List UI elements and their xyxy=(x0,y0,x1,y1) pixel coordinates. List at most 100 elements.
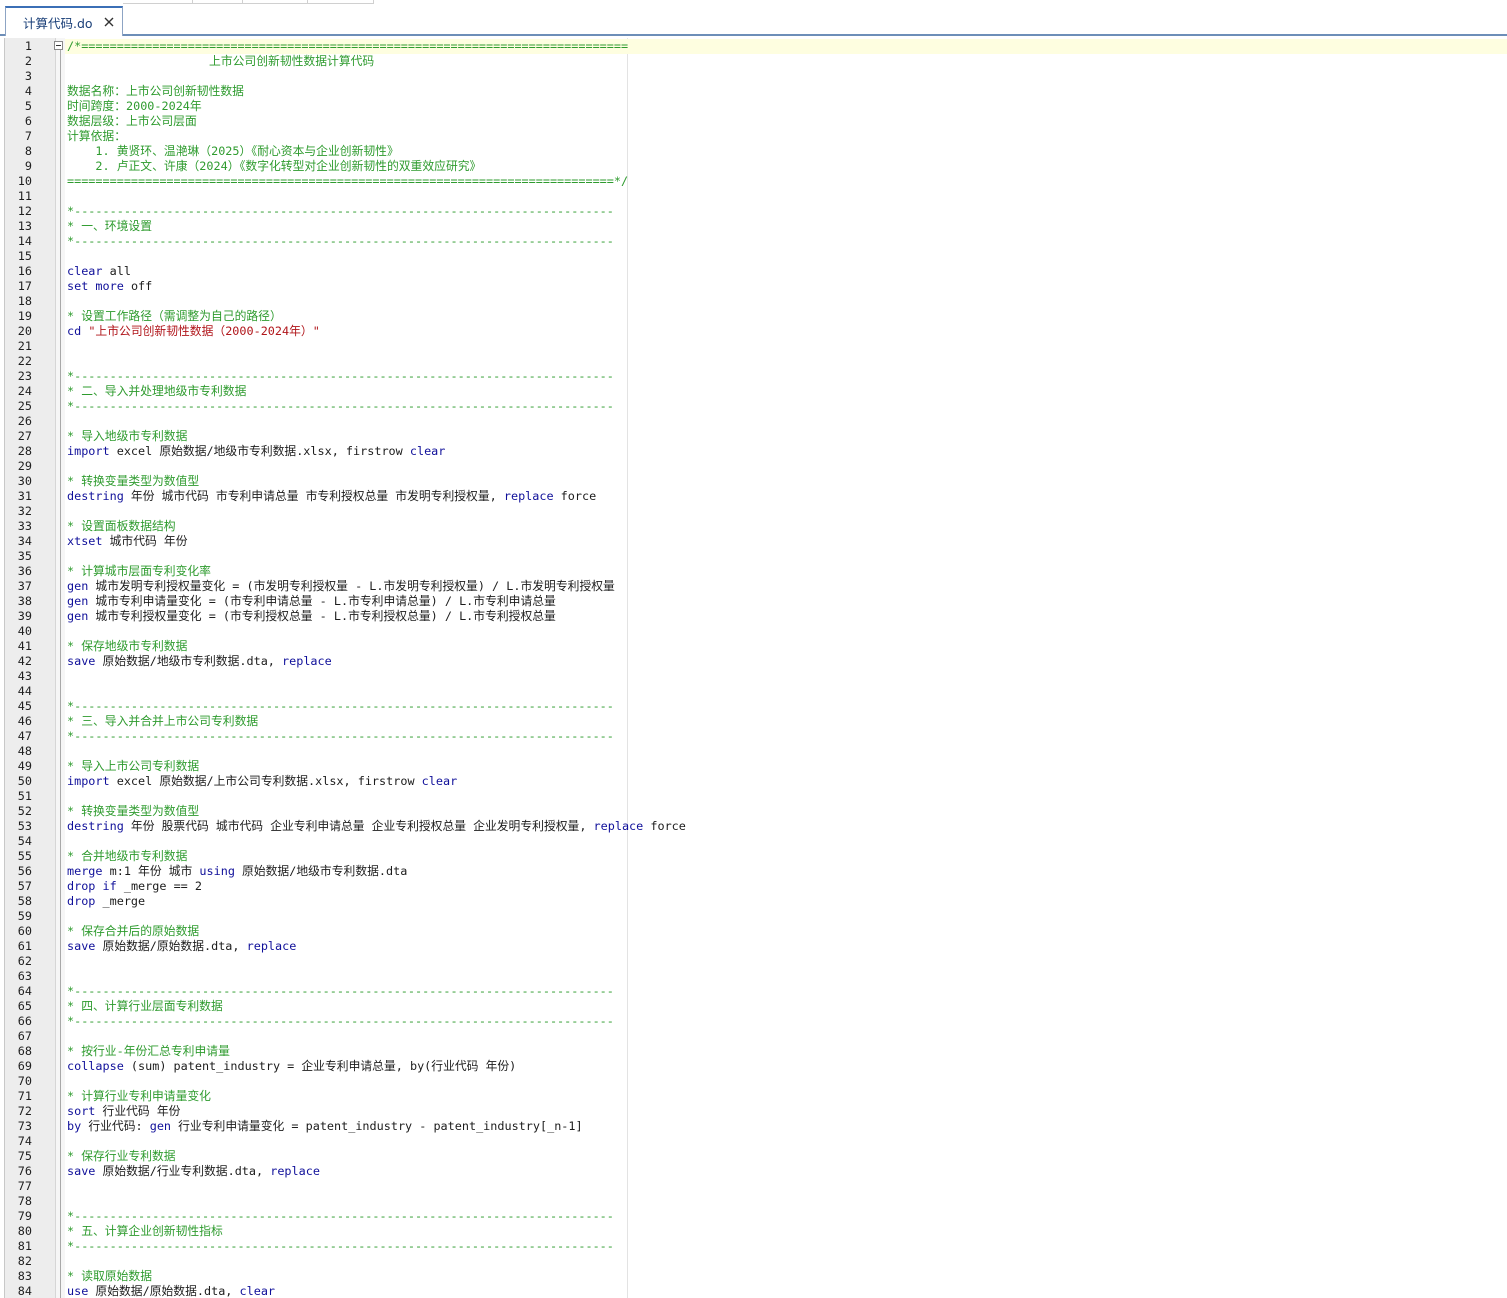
code-line[interactable]: 82 xyxy=(0,1254,1507,1269)
code-line[interactable]: 18 xyxy=(0,294,1507,309)
tab-do-file[interactable]: 计算代码.do xyxy=(5,6,123,36)
code-line[interactable]: 67 xyxy=(0,1029,1507,1044)
code-line[interactable]: 34 xtset 城市代码 年份 xyxy=(0,534,1507,549)
code-line[interactable]: 62 xyxy=(0,954,1507,969)
code-line[interactable]: 69 collapse (sum) patent_industry = 企业专利申… xyxy=(0,1059,1507,1074)
code-line[interactable]: 31 destring 年份 城市代码 市专利申请总量 市专利授权总量 市发明专利… xyxy=(0,489,1507,504)
code-line[interactable]: 38 gen 城市专利申请量变化 = (市专利申请总量 - L.市专利申请总量) … xyxy=(0,594,1507,609)
code-line[interactable]: 70 xyxy=(0,1074,1507,1089)
code-line[interactable]: 73 by 行业代码: gen 行业专利申请量变化 = patent_indust… xyxy=(0,1119,1507,1134)
code-line[interactable]: 76 save 原始数据/行业专利数据.dta, replace xyxy=(0,1164,1507,1179)
code-text: save 原始数据/地级市专利数据.dta, replace xyxy=(67,654,332,669)
code-line[interactable]: 35 xyxy=(0,549,1507,564)
code-line[interactable]: 19 * 设置工作路径（需调整为自己的路径） xyxy=(0,309,1507,324)
code-line[interactable]: 1 /*=====================================… xyxy=(0,39,1507,54)
code-line[interactable]: 39 gen 城市专利授权量变化 = (市专利授权总量 - L.市专利授权总量) … xyxy=(0,609,1507,624)
code-line[interactable]: 72 sort 行业代码 年份 xyxy=(0,1104,1507,1119)
code-line[interactable]: 24 * 二、导入并处理地级市专利数据 xyxy=(0,384,1507,399)
code-line[interactable]: 29 xyxy=(0,459,1507,474)
code-line[interactable]: 51 xyxy=(0,789,1507,804)
code-line[interactable]: 53 destring 年份 股票代码 城市代码 企业专利申请总量 企业专利授权总… xyxy=(0,819,1507,834)
code-line[interactable]: 60 * 保存合并后的原始数据 xyxy=(0,924,1507,939)
code-line[interactable]: 20 cd "上市公司创新韧性数据（2000-2024年）" xyxy=(0,324,1507,339)
code-line[interactable]: 49 * 导入上市公司专利数据 xyxy=(0,759,1507,774)
code-line[interactable]: 14 *-------------------------------------… xyxy=(0,234,1507,249)
code-line[interactable]: 11 xyxy=(0,189,1507,204)
code-line[interactable]: 57 drop if _merge == 2 xyxy=(0,879,1507,894)
code-line[interactable]: 27 * 导入地级市专利数据 xyxy=(0,429,1507,444)
code-line[interactable]: 25 *-------------------------------------… xyxy=(0,399,1507,414)
code-line[interactable]: 36 * 计算城市层面专利变化率 xyxy=(0,564,1507,579)
code-line[interactable]: 55 * 合并地级市专利数据 xyxy=(0,849,1507,864)
code-token-comment: *---------------------------------------… xyxy=(67,204,614,218)
code-line[interactable]: 7 计算依据： xyxy=(0,129,1507,144)
code-line[interactable]: 17 set more off xyxy=(0,279,1507,294)
code-line[interactable]: 33 * 设置面板数据结构 xyxy=(0,519,1507,534)
code-line[interactable]: 50 import excel 原始数据/上市公司专利数据.xlsx, first… xyxy=(0,774,1507,789)
close-icon[interactable] xyxy=(102,15,116,29)
code-line[interactable]: 40 xyxy=(0,624,1507,639)
code-line[interactable]: 59 xyxy=(0,909,1507,924)
code-line[interactable]: 48 xyxy=(0,744,1507,759)
line-number: 5 xyxy=(24,99,32,113)
code-line[interactable]: 12 *-------------------------------------… xyxy=(0,204,1507,219)
code-line[interactable]: 80 * 五、计算企业创新韧性指标 xyxy=(0,1224,1507,1239)
code-line[interactable]: 44 xyxy=(0,684,1507,699)
code-line[interactable]: 81 *-------------------------------------… xyxy=(0,1239,1507,1254)
code-line[interactable]: 5 时间跨度：2000-2024年 xyxy=(0,99,1507,114)
code-line[interactable]: 46 * 三、导入并合并上市公司专利数据 xyxy=(0,714,1507,729)
code-line[interactable]: 64 *-------------------------------------… xyxy=(0,984,1507,999)
code-line[interactable]: 75 * 保存行业专利数据 xyxy=(0,1149,1507,1164)
code-line[interactable]: 13 * 一、环境设置 xyxy=(0,219,1507,234)
code-line[interactable]: 42 save 原始数据/地级市专利数据.dta, replace xyxy=(0,654,1507,669)
code-line[interactable]: 83 * 读取原始数据 xyxy=(0,1269,1507,1284)
code-line[interactable]: 6 数据层级：上市公司层面 xyxy=(0,114,1507,129)
line-number: 41 xyxy=(17,639,32,653)
code-line[interactable]: 2 上市公司创新韧性数据计算代码 xyxy=(0,54,1507,69)
code-line[interactable]: 71 * 计算行业专利申请量变化 xyxy=(0,1089,1507,1104)
code-line[interactable]: 41 * 保存地级市专利数据 xyxy=(0,639,1507,654)
code-line[interactable]: 9 2. 卢正文、许康（2024）《数字化转型对企业创新韧性的双重效应研究》 xyxy=(0,159,1507,174)
code-line[interactable]: 21 xyxy=(0,339,1507,354)
code-token-comment: 2. 卢正文、许康（2024）《数字化转型对企业创新韧性的双重效应研究》 xyxy=(67,159,482,173)
code-line[interactable]: 37 gen 城市发明专利授权量变化 = (市发明专利授权量 - L.市发明专利授… xyxy=(0,579,1507,594)
code-line[interactable]: 84 use 原始数据/原始数据.dta, clear xyxy=(0,1284,1507,1298)
code-line[interactable]: 74 xyxy=(0,1134,1507,1149)
code-line[interactable]: 78 xyxy=(0,1194,1507,1209)
line-number: 24 xyxy=(17,384,32,398)
code-line[interactable]: 58 drop _merge xyxy=(0,894,1507,909)
code-line[interactable]: 26 xyxy=(0,414,1507,429)
code-token-kw: save xyxy=(67,939,96,953)
code-line[interactable]: 10 ======================================… xyxy=(0,174,1507,189)
code-line[interactable]: 68 * 按行业-年份汇总专利申请量 xyxy=(0,1044,1507,1059)
code-line[interactable]: 45 *-------------------------------------… xyxy=(0,699,1507,714)
code-token-plain: 年份 城市代码 市专利申请总量 市专利授权总量 市发明专利授权量, xyxy=(123,489,504,503)
line-number: 19 xyxy=(17,309,32,323)
code-line[interactable]: 65 * 四、计算行业层面专利数据 xyxy=(0,999,1507,1014)
code-line[interactable]: 63 xyxy=(0,969,1507,984)
code-line[interactable]: 43 xyxy=(0,669,1507,684)
code-line[interactable]: 15 xyxy=(0,249,1507,264)
code-line[interactable]: 52 * 转换变量类型为数值型 xyxy=(0,804,1507,819)
code-line[interactable]: 32 xyxy=(0,504,1507,519)
line-number: 79 xyxy=(17,1209,32,1223)
code-editor[interactable]: 1 /*=====================================… xyxy=(0,36,1507,1298)
code-line[interactable]: 61 save 原始数据/原始数据.dta, replace xyxy=(0,939,1507,954)
code-line[interactable]: 47 *-------------------------------------… xyxy=(0,729,1507,744)
code-line[interactable]: 77 xyxy=(0,1179,1507,1194)
code-line[interactable]: 56 merge m:1 年份 城市 using 原始数据/地级市专利数据.dta xyxy=(0,864,1507,879)
code-line[interactable]: 4 数据名称：上市公司创新韧性数据 xyxy=(0,84,1507,99)
code-line[interactable]: 79 *-------------------------------------… xyxy=(0,1209,1507,1224)
code-line[interactable]: 66 *-------------------------------------… xyxy=(0,1014,1507,1029)
code-line[interactable]: 54 xyxy=(0,834,1507,849)
code-line[interactable]: 30 * 转换变量类型为数值型 xyxy=(0,474,1507,489)
line-number: 56 xyxy=(17,864,32,878)
code-line[interactable]: 22 xyxy=(0,354,1507,369)
code-line[interactable]: 23 *-------------------------------------… xyxy=(0,369,1507,384)
code-line[interactable]: 8 1. 黄贤环、温滟琳（2025）《耐心资本与企业创新韧性》 xyxy=(0,144,1507,159)
code-line[interactable]: 3 xyxy=(0,69,1507,84)
code-token-plain: excel 原始数据/上市公司专利数据.xlsx, firstrow xyxy=(109,774,422,788)
code-line[interactable]: 16 clear all xyxy=(0,264,1507,279)
code-text: *---------------------------------------… xyxy=(67,729,614,744)
code-line[interactable]: 28 import excel 原始数据/地级市专利数据.xlsx, firstr… xyxy=(0,444,1507,459)
